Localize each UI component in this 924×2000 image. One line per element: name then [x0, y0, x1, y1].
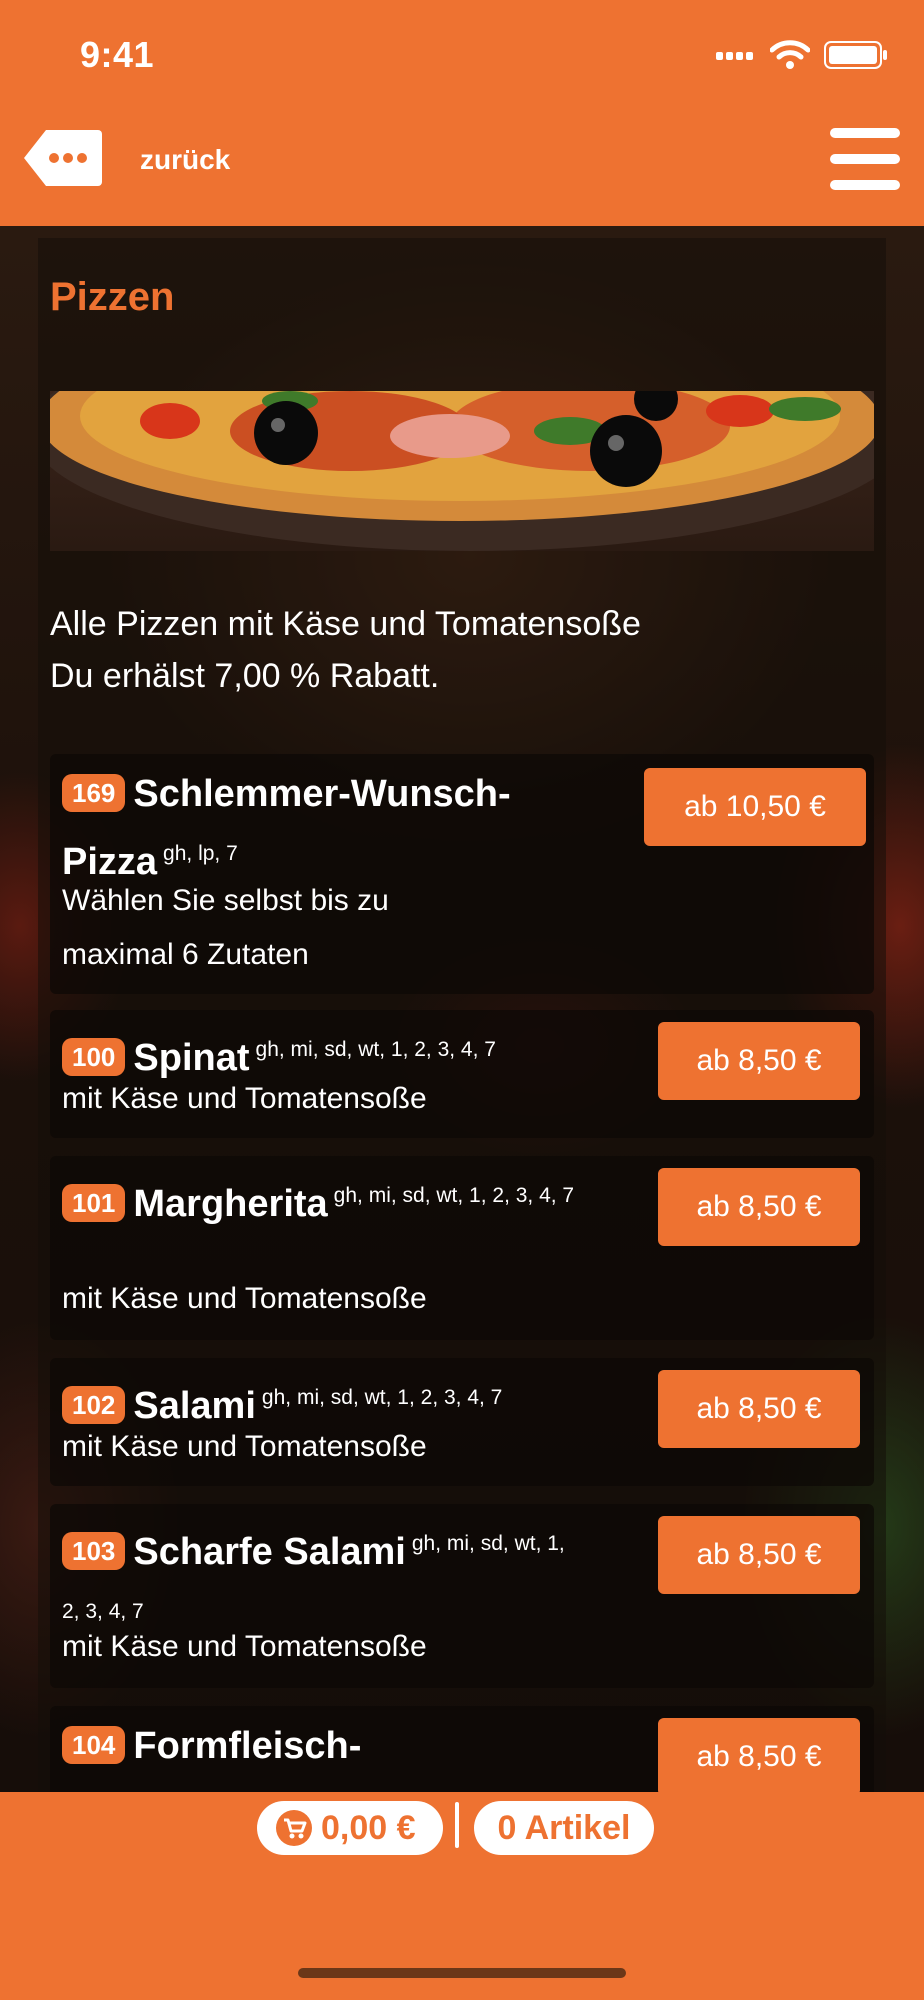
pizza-banner-image: [50, 391, 874, 551]
signal-icon: [716, 52, 753, 60]
price-button[interactable]: ab 8,50 €: [658, 1516, 860, 1594]
price-button[interactable]: ab 8,50 €: [658, 1718, 860, 1792]
price-button[interactable]: ab 8,50 €: [658, 1168, 860, 1246]
cart-items-button[interactable]: 0 Artikel: [474, 1801, 654, 1855]
product-number: 102: [62, 1386, 126, 1424]
product-card[interactable]: 100 Spinat gh, mi, sd, wt, 1, 2, 3, 4, 7 m…: [50, 1010, 874, 1138]
product-card[interactable]: 101 Margherita gh, mi, sd, wt, 1, 2, 3, 4,…: [50, 1156, 874, 1340]
price-button[interactable]: ab 8,50 €: [658, 1022, 860, 1100]
hamburger-menu-icon[interactable]: [830, 128, 900, 190]
category-title: Pizzen: [50, 275, 175, 319]
product-allergens: gh, lp, 7: [163, 842, 238, 865]
category-intro: Alle Pizzen mit Käse und Tomatensoße Du …: [50, 598, 641, 702]
battery-icon: [824, 41, 887, 69]
dots-back-icon: [24, 130, 102, 186]
content-area: Pizzen Alle Pizzen mit Käse und Tomatens…: [0, 226, 924, 1792]
product-number: 103: [62, 1532, 126, 1570]
status-icons: [716, 40, 888, 70]
status-time: 9:41: [80, 34, 155, 75]
product-description: mit Käse und Tomatensoße: [62, 1282, 427, 1315]
home-indicator[interactable]: [298, 1968, 626, 1978]
product-title: 101 Margherita gh, mi, sd, wt, 1, 2, 3, 4,…: [62, 1170, 582, 1238]
product-card[interactable]: 104 Formfleisch- ab 8,50 €: [50, 1706, 874, 1792]
cart-total-button[interactable]: 0,00 €: [257, 1801, 443, 1855]
product-title: 104 Formfleisch-: [62, 1720, 582, 1780]
product-name: Margherita: [133, 1183, 328, 1225]
product-description: mit Käse und Tomatensoße: [62, 1430, 427, 1463]
product-allergens: gh, mi, sd, wt, 1, 2, 3, 4, 7: [255, 1038, 496, 1061]
cart-divider: [455, 1802, 459, 1848]
product-description: Wählen Sie selbst bis zu maximal 6 Zutat…: [62, 884, 389, 971]
product-card[interactable]: 103 Scharfe Salami gh, mi, sd, wt, 1, 2, 3…: [50, 1504, 874, 1688]
back-label[interactable]: zurück: [140, 144, 230, 176]
cart-icon: [276, 1810, 312, 1846]
product-name: Schlemmer-Wunsch-Pizza: [62, 773, 511, 883]
product-name: Formfleisch-: [133, 1725, 362, 1767]
product-description: mit Käse und Tomatensoße: [62, 1082, 427, 1115]
product-name: Scharfe Salami: [133, 1531, 406, 1573]
app-header: 9:41 zurück: [0, 0, 924, 226]
product-allergens: gh, mi, sd, wt, 1, 2, 3, 4, 7: [333, 1184, 575, 1207]
product-allergens: gh, mi, sd, wt, 1, 2, 3, 4, 7: [261, 1386, 503, 1409]
product-number: 104: [62, 1726, 126, 1764]
product-number: 169: [62, 774, 126, 812]
price-button[interactable]: ab 8,50 €: [658, 1370, 860, 1448]
wifi-icon: [770, 40, 810, 69]
discount-text: Du erhälst 7,00 % Rabatt.: [50, 657, 440, 695]
product-number: 101: [62, 1184, 126, 1222]
intro-text: Alle Pizzen mit Käse und Tomatensoße: [50, 605, 641, 643]
product-card[interactable]: 102 Salami gh, mi, sd, wt, 1, 2, 3, 4, 7 m…: [50, 1358, 874, 1486]
cart-items-count: 0 Artikel: [497, 1808, 631, 1847]
price-button[interactable]: ab 10,50 €: [644, 768, 866, 846]
product-card[interactable]: 169 Schlemmer-Wunsch-Pizza gh, lp, 7 Wähle…: [50, 754, 874, 994]
product-description: mit Käse und Tomatensoße: [62, 1630, 427, 1663]
back-button[interactable]: [22, 128, 104, 188]
product-number: 100: [62, 1038, 126, 1076]
cart-total: 0,00 €: [321, 1808, 416, 1847]
